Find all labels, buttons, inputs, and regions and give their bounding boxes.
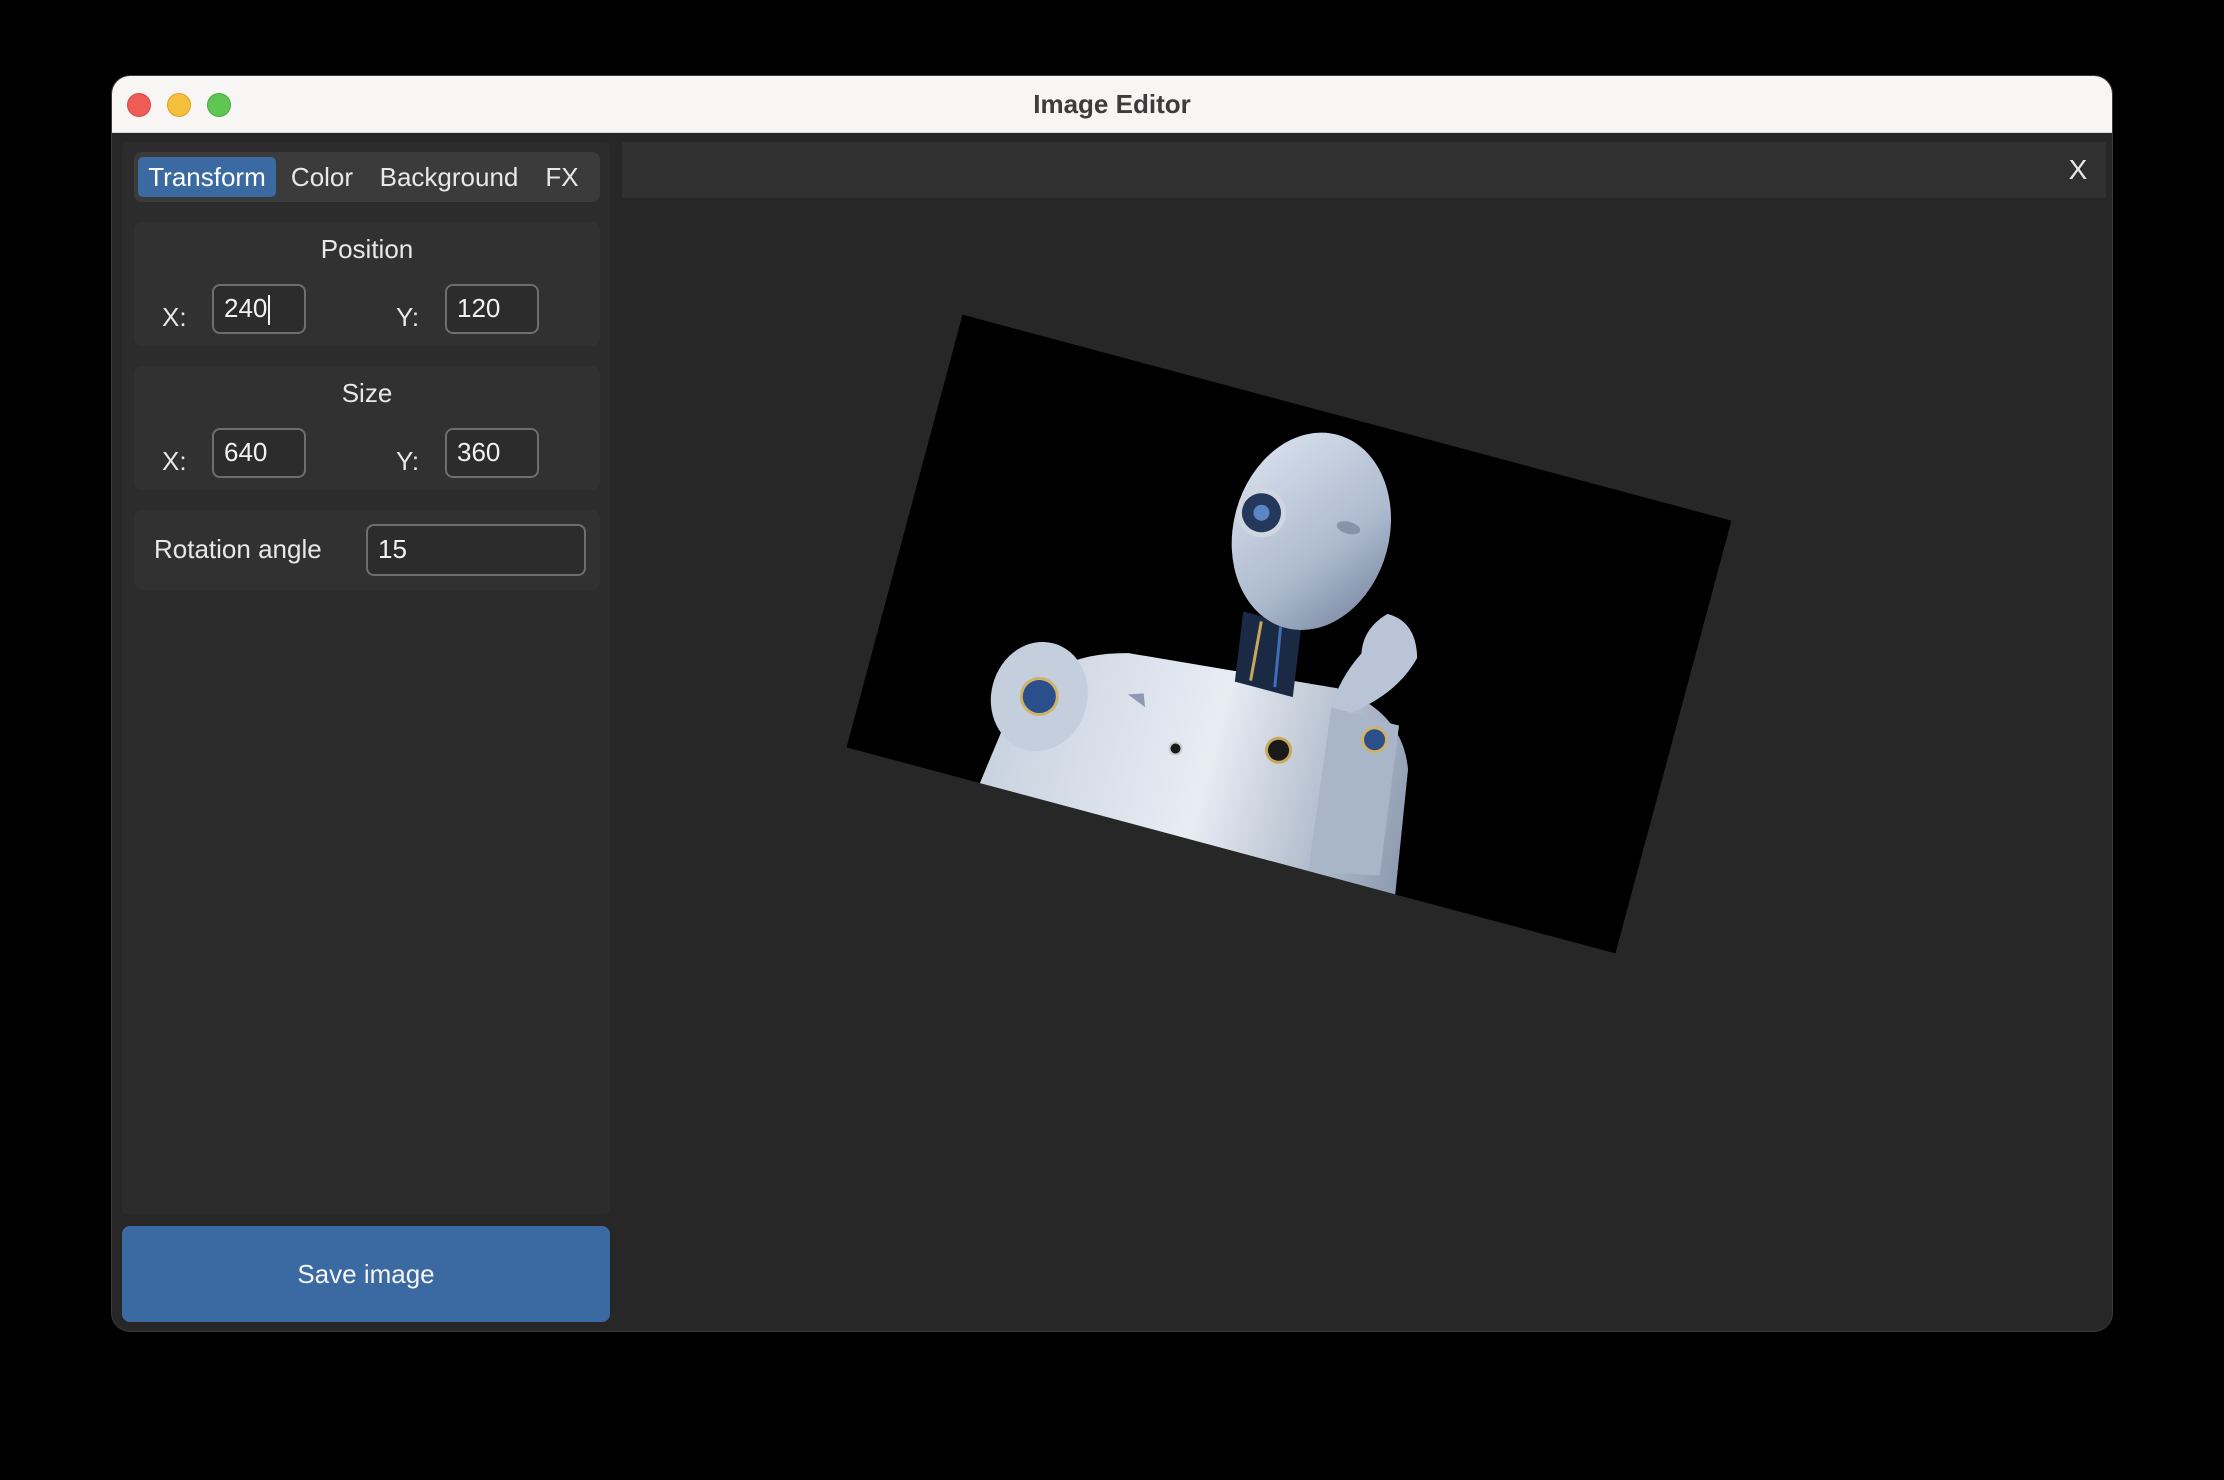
controls-panel: Transform Color Background FX Position X… (122, 142, 610, 1214)
size-y-input[interactable]: 360 (445, 428, 539, 478)
tab-color[interactable]: Color (282, 157, 362, 197)
minimize-window-button[interactable] (167, 93, 191, 117)
position-y-input[interactable]: 120 (445, 284, 539, 334)
robot-bust-image (846, 314, 1732, 954)
position-group: Position X: 240 Y: 120 (134, 222, 600, 346)
size-x-input[interactable]: 640 (212, 428, 306, 478)
tab-fx[interactable]: FX (534, 157, 590, 197)
position-x-label: X: (162, 302, 187, 332)
rotation-angle-input[interactable]: 15 (366, 524, 586, 576)
position-y-label: Y: (396, 302, 420, 332)
size-group: Size X: 640 Y: 360 (134, 366, 600, 490)
rotation-angle-label: Rotation angle (154, 534, 322, 564)
size-title: Size (341, 378, 393, 408)
window-title: Image Editor (1033, 89, 1191, 119)
save-image-button[interactable]: Save image (122, 1226, 610, 1322)
size-x-label: X: (162, 446, 187, 476)
position-x-input[interactable]: 240 (212, 284, 306, 334)
position-x-value: 240 (224, 293, 268, 323)
tab-transform[interactable]: Transform (138, 157, 276, 197)
tab-background[interactable]: Background (370, 157, 528, 197)
image-editor-window: Image Editor Transform Color Background … (112, 76, 2112, 1331)
position-title: Position (320, 234, 414, 264)
text-caret (268, 295, 271, 326)
title-bar[interactable]: Image Editor (112, 76, 2112, 133)
rotation-group: Rotation angle 15 (134, 510, 600, 590)
size-y-label: Y: (396, 446, 420, 476)
image-preview-area: X (622, 142, 2106, 1322)
preview-canvas (846, 314, 1732, 954)
tab-bar: Transform Color Background FX (134, 152, 600, 202)
close-window-button[interactable] (127, 93, 151, 117)
maximize-window-button[interactable] (207, 93, 231, 117)
